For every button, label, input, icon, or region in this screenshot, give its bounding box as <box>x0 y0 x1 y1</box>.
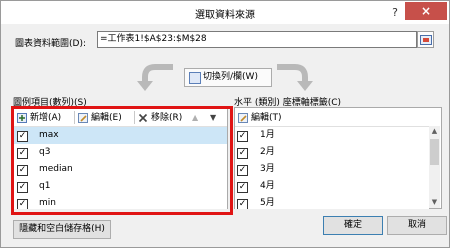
highlight-box <box>11 106 233 215</box>
axis-list-scrollbar[interactable]: ▲ ▼ <box>429 126 440 208</box>
edit-icon <box>238 113 248 123</box>
ok-button[interactable]: 確定 <box>323 216 383 235</box>
right-curved-arrow-icon <box>277 64 313 91</box>
edit-axis-labels-label: 編輯(T) <box>251 113 282 123</box>
switch-row-column-label: 切換列/欄(W) <box>203 72 258 82</box>
chart-data-range-input[interactable]: =工作表1!$A$23:$M$28 <box>97 31 417 48</box>
switch-row-column-button[interactable]: 切換列/欄(W) <box>184 68 272 87</box>
cancel-button[interactable]: 取消 <box>387 216 447 235</box>
category-row[interactable]: ✓ 4月 <box>235 178 429 195</box>
scroll-up-icon[interactable]: ▲ <box>429 126 440 137</box>
chart-data-range-label: 圖表資料範圍(D): <box>15 39 86 49</box>
category-checkbox[interactable]: ✓ <box>237 131 248 142</box>
category-checkbox[interactable]: ✓ <box>237 165 248 176</box>
edit-axis-labels-button[interactable]: 編輯(T) <box>238 110 292 126</box>
category-row[interactable]: ✓ 5月 <box>235 195 429 209</box>
category-checkbox[interactable]: ✓ <box>237 148 248 159</box>
category-label: 2月 <box>260 147 275 157</box>
category-row[interactable]: ✓ 3月 <box>235 161 429 178</box>
title-bar: 選取資料來源 ? × <box>1 1 449 24</box>
switch-icon <box>189 72 201 84</box>
category-label: 3月 <box>260 164 275 174</box>
dialog-title: 選取資料來源 <box>195 10 255 21</box>
category-row[interactable]: ✓ 1月 <box>235 127 429 144</box>
scroll-down-icon[interactable]: ▼ <box>429 197 440 208</box>
category-label: 1月 <box>260 130 275 140</box>
close-button[interactable]: × <box>405 2 447 20</box>
range-collapse-button[interactable] <box>417 31 434 48</box>
category-checkbox[interactable]: ✓ <box>237 199 248 209</box>
category-label: 5月 <box>260 198 275 208</box>
category-checkbox[interactable]: ✓ <box>237 182 248 193</box>
hidden-empty-cells-button[interactable]: 隱藏和空白儲存格(H) <box>13 220 111 239</box>
axis-labels-list: ✓ 1月 ✓ 2月 ✓ 3月 ✓ 4月 ✓ 5月 <box>235 126 429 209</box>
help-button[interactable]: ? <box>388 6 402 20</box>
scroll-thumb[interactable] <box>430 139 439 165</box>
select-data-source-dialog: 選取資料來源 ? × 圖表資料範圍(D): =工作表1!$A$23:$M$28 … <box>0 0 450 248</box>
category-label: 4月 <box>260 181 275 191</box>
left-curved-arrow-icon <box>137 64 173 91</box>
category-row[interactable]: ✓ 2月 <box>235 144 429 161</box>
axis-labels-panel: 編輯(T) ✓ 1月 ✓ 2月 ✓ 3月 ✓ 4月 ✓ 5月 ▲ ▼ <box>234 107 442 209</box>
